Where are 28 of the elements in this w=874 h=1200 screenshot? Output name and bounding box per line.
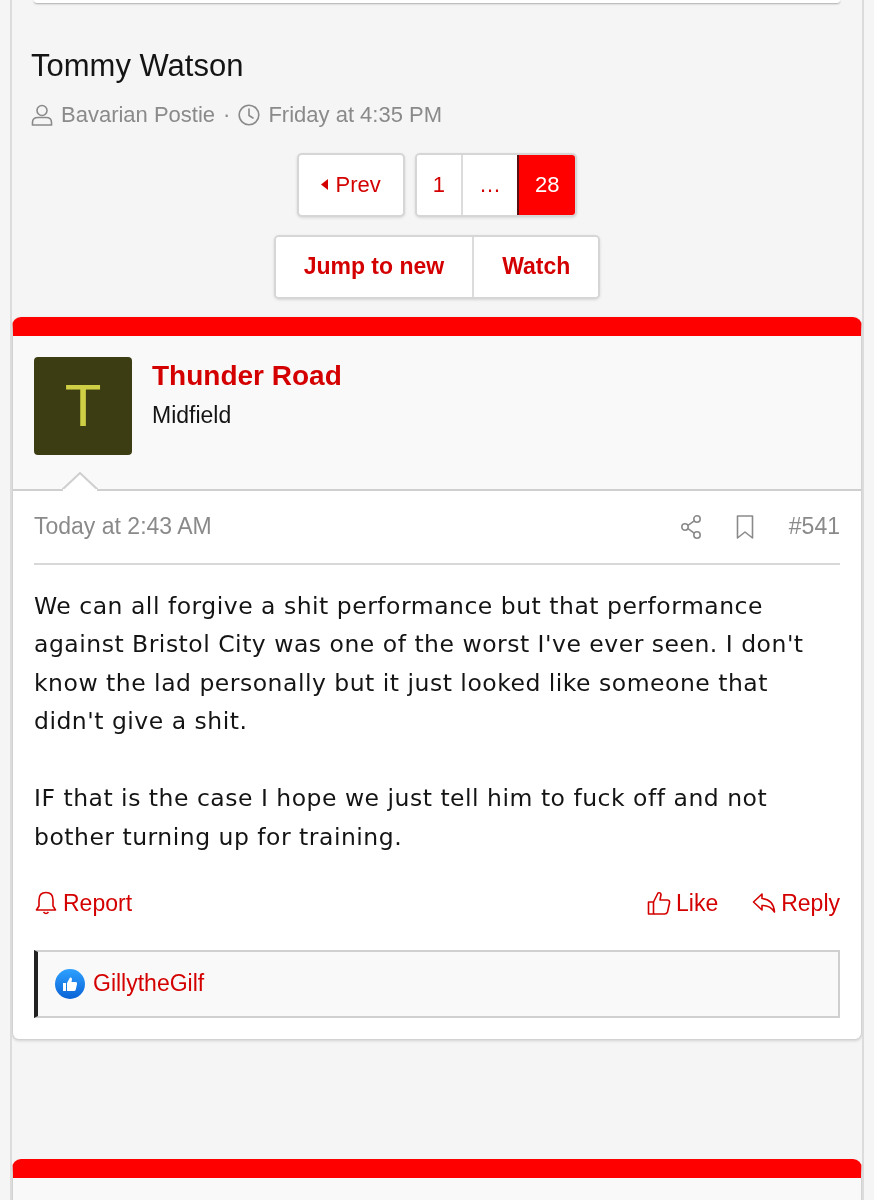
caret-left-icon — [320, 179, 328, 191]
report-link[interactable]: Report — [34, 886, 133, 921]
thumbs-up-icon — [647, 890, 671, 917]
username-link[interactable]: Thunder Road — [152, 358, 342, 393]
thread-title: Tommy Watson — [31, 47, 245, 85]
page-button[interactable]: 1 — [416, 154, 461, 215]
jump-button[interactable]: Jump to new — [275, 236, 473, 297]
like-reaction-icon — [55, 968, 85, 999]
bell-icon — [34, 890, 58, 917]
page-button[interactable]: 28 — [517, 154, 576, 215]
reply-link[interactable]: Reply — [752, 886, 840, 921]
thread-date: Friday at 4:35 PM — [268, 102, 443, 129]
post-paragraph: We can all forgive a shit performance but that performance against Bristol City was one of the worst I've ever seen. I don't know the lad personally but it just looked like someone that didn't give a shit. — [34, 590, 805, 738]
user-title: Midfield — [152, 402, 233, 430]
meta-separator: · — [223, 102, 231, 129]
reaction-user-link[interactable]: GillytheGilf — [93, 966, 205, 1001]
page-button[interactable]: … — [461, 154, 517, 215]
post-number-link[interactable]: #541 — [788, 509, 840, 544]
like-link[interactable]: Like — [647, 886, 719, 921]
user-icon — [31, 104, 53, 127]
watch-button[interactable]: Watch — [472, 236, 599, 297]
author-link[interactable]: Bavarian Postie — [61, 102, 216, 129]
post-time-link[interactable]: Today at 2:43 AM — [34, 509, 212, 544]
share-icon[interactable] — [679, 514, 702, 539]
prev-button[interactable]: Prev — [296, 152, 405, 217]
post-paragraph: IF that is the case I hope we just tell him to fuck off and not bother turning up for training. — [34, 783, 769, 853]
clock-icon — [238, 104, 261, 127]
avatar[interactable]: T — [34, 356, 132, 455]
